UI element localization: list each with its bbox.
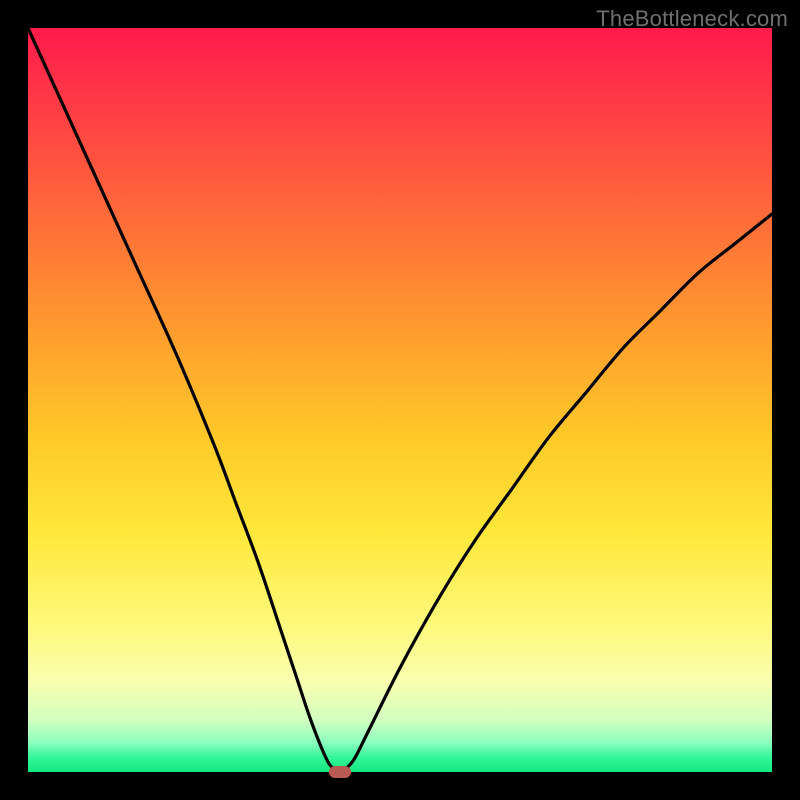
bottleneck-curve	[28, 28, 772, 772]
chart-plot-area	[28, 28, 772, 772]
optimal-point-marker	[329, 766, 351, 778]
chart-frame: TheBottleneck.com	[0, 0, 800, 800]
